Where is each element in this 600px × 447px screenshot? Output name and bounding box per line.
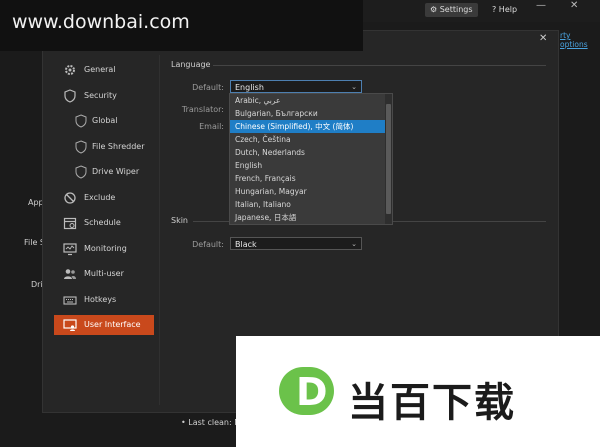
logo-text: 当百下载 (348, 380, 516, 426)
language-option[interactable]: Bulgarian, Български (230, 107, 386, 120)
gear-icon (65, 65, 75, 75)
dialog-close-button[interactable]: ✕ (539, 33, 547, 44)
language-dropdown-list[interactable]: Arabic, عربي Bulgarian, Български Chines… (229, 93, 393, 225)
shield-icon (64, 89, 76, 103)
language-option-selected[interactable]: Chinese (Simplified), 中文 (简体) (230, 120, 386, 133)
language-option[interactable]: Arabic, عربي (230, 94, 386, 107)
shield-outline-icon (75, 114, 87, 128)
bg-label-drive: Dri (31, 280, 43, 289)
main-close-button[interactable]: ✕ (570, 0, 578, 11)
last-clean-text: • Last clean: N/ (181, 418, 243, 427)
keyboard-icon (63, 296, 77, 305)
skin-section-title: Skin (171, 216, 189, 225)
language-option[interactable]: Hungarian, Magyar (230, 185, 386, 198)
sidebar-item-multi-user[interactable]: Multi-user (54, 264, 154, 284)
sidebar-item-drive-wiper[interactable]: Drive Wiper (54, 162, 154, 182)
sidebar-item-monitoring[interactable]: Monitoring (54, 239, 154, 259)
monitor-icon (63, 243, 77, 256)
sidebar-item-exclude[interactable]: Exclude (54, 188, 154, 208)
skin-default-label: Default: (192, 240, 224, 249)
skin-select[interactable]: Black ⌄ (230, 237, 362, 250)
language-option[interactable]: English (230, 159, 386, 172)
translator-label: Translator: (181, 105, 224, 114)
logo-watermark: D 当百下载 (236, 336, 600, 447)
settings-button[interactable]: ⚙ Settings (425, 3, 478, 17)
gear-icon: ⚙ (430, 5, 438, 14)
calendar-icon (63, 217, 77, 230)
language-option[interactable]: Dutch, Nederlands (230, 146, 386, 159)
sidebar-divider (159, 55, 160, 405)
question-icon: ? (492, 5, 497, 14)
language-select[interactable]: English ⌄ (230, 80, 362, 93)
help-button[interactable]: ? Help (487, 3, 522, 17)
language-option[interactable]: Italian, Italiano (230, 198, 386, 211)
site-watermark: www.downbai.com (0, 0, 363, 51)
language-option[interactable]: French, Français (230, 172, 386, 185)
sidebar-item-user-interface[interactable]: User Interface (54, 315, 154, 335)
logo-letter: D (296, 370, 328, 414)
sidebar-item-global[interactable]: Global (54, 111, 154, 131)
email-label: Email: (199, 122, 224, 131)
language-option[interactable]: Japanese, 日本語 (230, 211, 386, 224)
dropdown-scrollbar[interactable] (385, 94, 392, 224)
language-section-title: Language (171, 60, 211, 69)
sidebar-item-file-shredder[interactable]: File Shredder (54, 137, 154, 157)
user-interface-icon (63, 319, 77, 331)
sidebar-item-security[interactable]: Security (54, 86, 154, 106)
options-link[interactable]: rty options (560, 31, 600, 49)
language-default-label: Default: (192, 83, 224, 92)
sidebar-item-hotkeys[interactable]: Hotkeys (54, 290, 154, 310)
chevron-down-icon: ⌄ (351, 240, 357, 248)
scrollbar-thumb[interactable] (386, 104, 391, 214)
shield-outline-icon (75, 165, 87, 179)
minimize-button[interactable]: — (536, 0, 546, 11)
users-icon (64, 269, 76, 279)
block-icon (64, 192, 76, 204)
sidebar-item-schedule[interactable]: Schedule (54, 213, 154, 233)
sidebar-item-general[interactable]: General (54, 60, 154, 80)
language-option[interactable]: Czech, Čeština (230, 133, 386, 146)
language-section-line (213, 65, 546, 66)
shield-outline-icon (75, 140, 87, 154)
